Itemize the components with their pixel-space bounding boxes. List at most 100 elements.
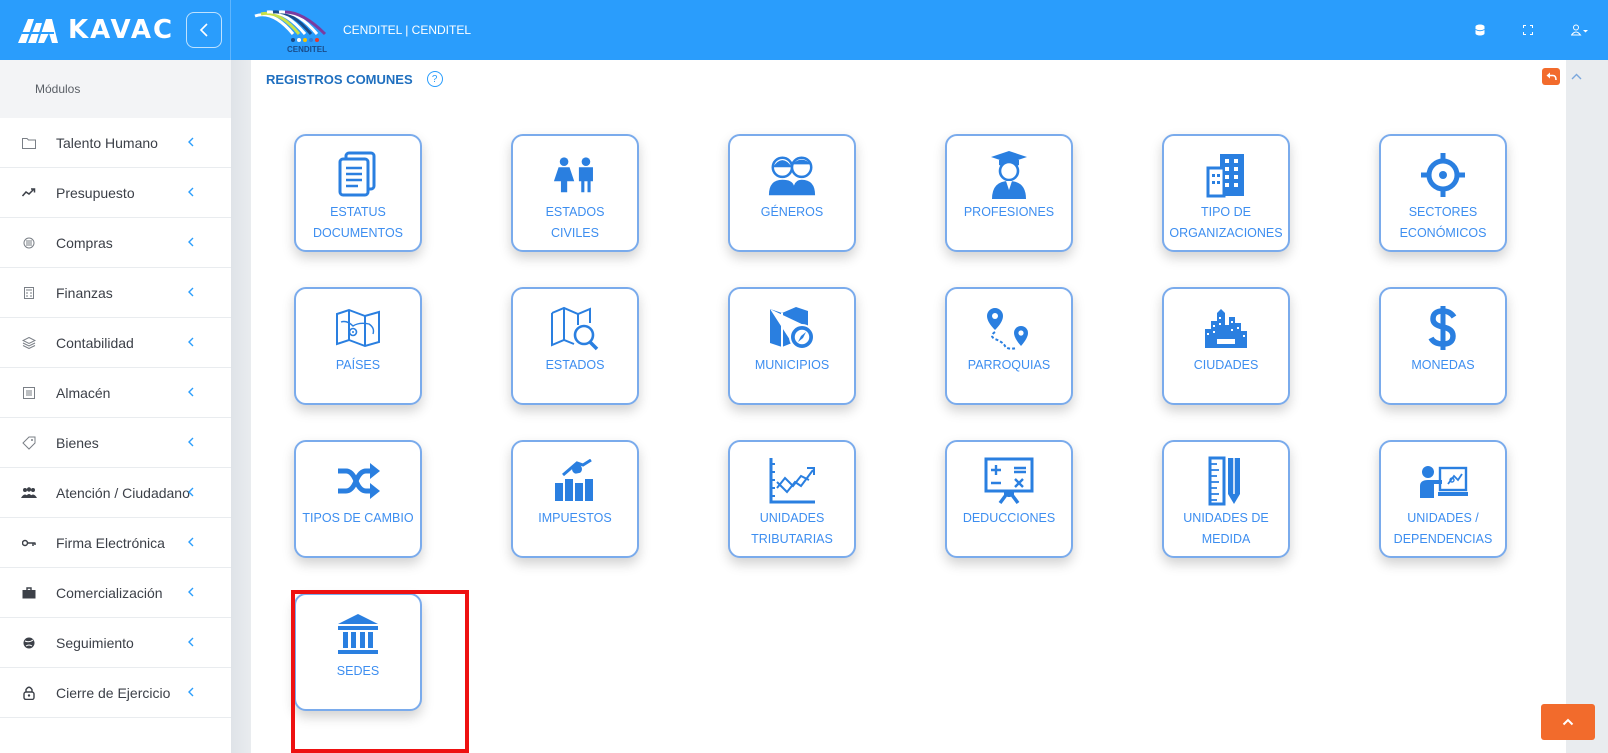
collapse-card-button[interactable] [1568, 68, 1584, 84]
sidebar-item-label: Firma Electrónica [56, 534, 165, 551]
institution: CENDITEL CENDITEL | CENDITEL [253, 6, 471, 54]
tile-estados-civiles[interactable]: ESTADOS CIVILES [511, 134, 639, 252]
tile-sedes[interactable]: SEDES [294, 593, 422, 711]
sidebar-item-label: Atención / Ciudadano [56, 484, 190, 501]
globe-icon [21, 635, 37, 651]
back-button[interactable] [1542, 68, 1560, 85]
sidebar-item-comercializaci-n[interactable]: Comercialización [0, 568, 231, 618]
tile-label: ESTATUS DOCUMENTOS [312, 205, 404, 240]
tile-label: PROFESIONES [963, 205, 1055, 219]
bank-icon [333, 609, 383, 659]
sidebar-item-label: Talento Humano [56, 134, 158, 151]
lock-icon [21, 685, 37, 701]
tile-label: CIUDADES [1193, 358, 1259, 372]
tile-estados[interactable]: ESTADOS [511, 287, 639, 405]
folder-icon [21, 135, 37, 151]
tile-ciudades[interactable]: CIUDADES [1162, 287, 1290, 405]
dollar-icon [1418, 303, 1468, 353]
tile-unidades-de-medida[interactable]: UNIDADES DE MEDIDA [1162, 440, 1290, 558]
chevron-left-icon [188, 587, 194, 597]
sidebar-item-label: Almacén [56, 384, 111, 401]
tile-label: TIPOS DE CAMBIO [302, 511, 414, 525]
chevron-left-icon [188, 687, 194, 697]
chevron-left-icon [199, 23, 208, 37]
chevron-left-icon [188, 187, 194, 197]
chevron-left-icon [188, 637, 194, 647]
sidebar-item-label: Seguimiento [56, 634, 134, 651]
math-board-icon [984, 456, 1034, 506]
tile-parroquias[interactable]: PARROQUIAS [945, 287, 1073, 405]
tile-paises[interactable]: PAÍSES [294, 287, 422, 405]
tile-label: UNIDADES / DEPENDENCIAS [1393, 511, 1493, 546]
chevron-left-icon [188, 137, 194, 147]
user-menu-button[interactable] [1552, 0, 1608, 60]
brand-name: KAVAC [68, 15, 175, 45]
genders-icon [767, 150, 817, 200]
sidebar-item-contabilidad[interactable]: Contabilidad [0, 318, 231, 368]
map-search-icon [550, 303, 600, 353]
couple-icon [550, 150, 600, 200]
tile-label: SECTORES ECONÓMICOS [1399, 205, 1487, 240]
trend-icon [21, 185, 37, 201]
sidebar: Módulos Talento Humano Presupuesto Compras… [0, 60, 231, 753]
list-icon [21, 385, 37, 401]
line-chart-icon [767, 456, 817, 506]
tile-tipo-de-organizaciones[interactable]: TIPO DE ORGANIZACIONES [1162, 134, 1290, 252]
sidebar-item-presupuesto[interactable]: Presupuesto [0, 168, 231, 218]
chevron-left-icon [188, 237, 194, 247]
tile-label: ESTADOS CIVILES [545, 205, 605, 240]
tile-generos[interactable]: GÉNEROS [728, 134, 856, 252]
chevron-left-icon [188, 487, 194, 497]
tile-tipos-de-cambio[interactable]: TIPOS DE CAMBIO [294, 440, 422, 558]
graduate-icon [984, 150, 1034, 200]
key-icon [21, 535, 37, 551]
sidebar-item-talento-humano[interactable]: Talento Humano [0, 118, 231, 168]
sidebar-item-compras[interactable]: Compras [0, 218, 231, 268]
top-bar: KAVAC CENDITEL CENDITEL | CENDITEL [0, 0, 1608, 60]
target-icon [1418, 150, 1468, 200]
tile-label: MUNICIPIOS [754, 358, 830, 372]
chevron-left-icon [188, 337, 194, 347]
tile-label: UNIDADES TRIBUTARIAS [751, 511, 833, 546]
documents-icon [333, 150, 383, 200]
database-icon [1475, 24, 1485, 36]
tile-unidades-tributarias[interactable]: UNIDADES TRIBUTARIAS [728, 440, 856, 558]
sidebar-item-seguimiento[interactable]: Seguimiento [0, 618, 231, 668]
fullscreen-button[interactable] [1504, 0, 1552, 60]
tile-deducciones[interactable]: DEDUCCIONES [945, 440, 1073, 558]
help-icon[interactable]: ? [426, 71, 443, 87]
ruler-pencil-icon [1201, 456, 1251, 506]
tile-label: PAÍSES [335, 358, 381, 372]
scroll-to-top-button[interactable] [1541, 704, 1595, 740]
sidebar-item-atenci-n-ciudadano[interactable]: Atención / Ciudadano [0, 468, 231, 518]
top-actions [1456, 0, 1608, 60]
tile-label: PARROQUIAS [967, 358, 1051, 372]
tile-label: ESTADOS [545, 358, 605, 372]
compras-icon [21, 235, 37, 251]
sidebar-item-firma-electr-nica[interactable]: Firma Electrónica [0, 518, 231, 568]
tile-label: MONEDAS [1411, 358, 1475, 372]
city-icon [1201, 303, 1251, 353]
tag-icon [21, 435, 37, 451]
sidebar-item-cierre-de-ejercicio[interactable]: Cierre de Ejercicio [0, 668, 231, 718]
tile-estatus-documentos[interactable]: ESTATUS DOCUMENTOS [294, 134, 422, 252]
chevron-left-icon [188, 537, 194, 547]
tile-sectores-economicos[interactable]: SECTORES ECONÓMICOS [1379, 134, 1507, 252]
sidebar-section-title: Módulos [0, 60, 231, 118]
tile-unidades-dependencias[interactable]: UNIDADES / DEPENDENCIAS [1379, 440, 1507, 558]
sidebar-item-label: Finanzas [56, 284, 113, 301]
database-button[interactable] [1456, 0, 1504, 60]
sidebar-item-almac-n[interactable]: Almacén [0, 368, 231, 418]
tile-monedas[interactable]: MONEDAS [1379, 287, 1507, 405]
shuffle-icon [333, 456, 383, 506]
cenditel-logo-icon: CENDITEL [253, 6, 333, 54]
sidebar-item-bienes[interactable]: Bienes [0, 418, 231, 468]
tile-label: DEDUCCIONES [962, 511, 1056, 525]
sidebar-item-finanzas[interactable]: Finanzas [0, 268, 231, 318]
tile-municipios[interactable]: MUNICIPIOS [728, 287, 856, 405]
tax-chart-icon [550, 456, 600, 506]
tile-impuestos[interactable]: IMPUESTOS [511, 440, 639, 558]
sidebar-toggle-button[interactable] [186, 12, 223, 48]
tile-profesiones[interactable]: PROFESIONES [945, 134, 1073, 252]
world-map-icon [333, 303, 383, 353]
